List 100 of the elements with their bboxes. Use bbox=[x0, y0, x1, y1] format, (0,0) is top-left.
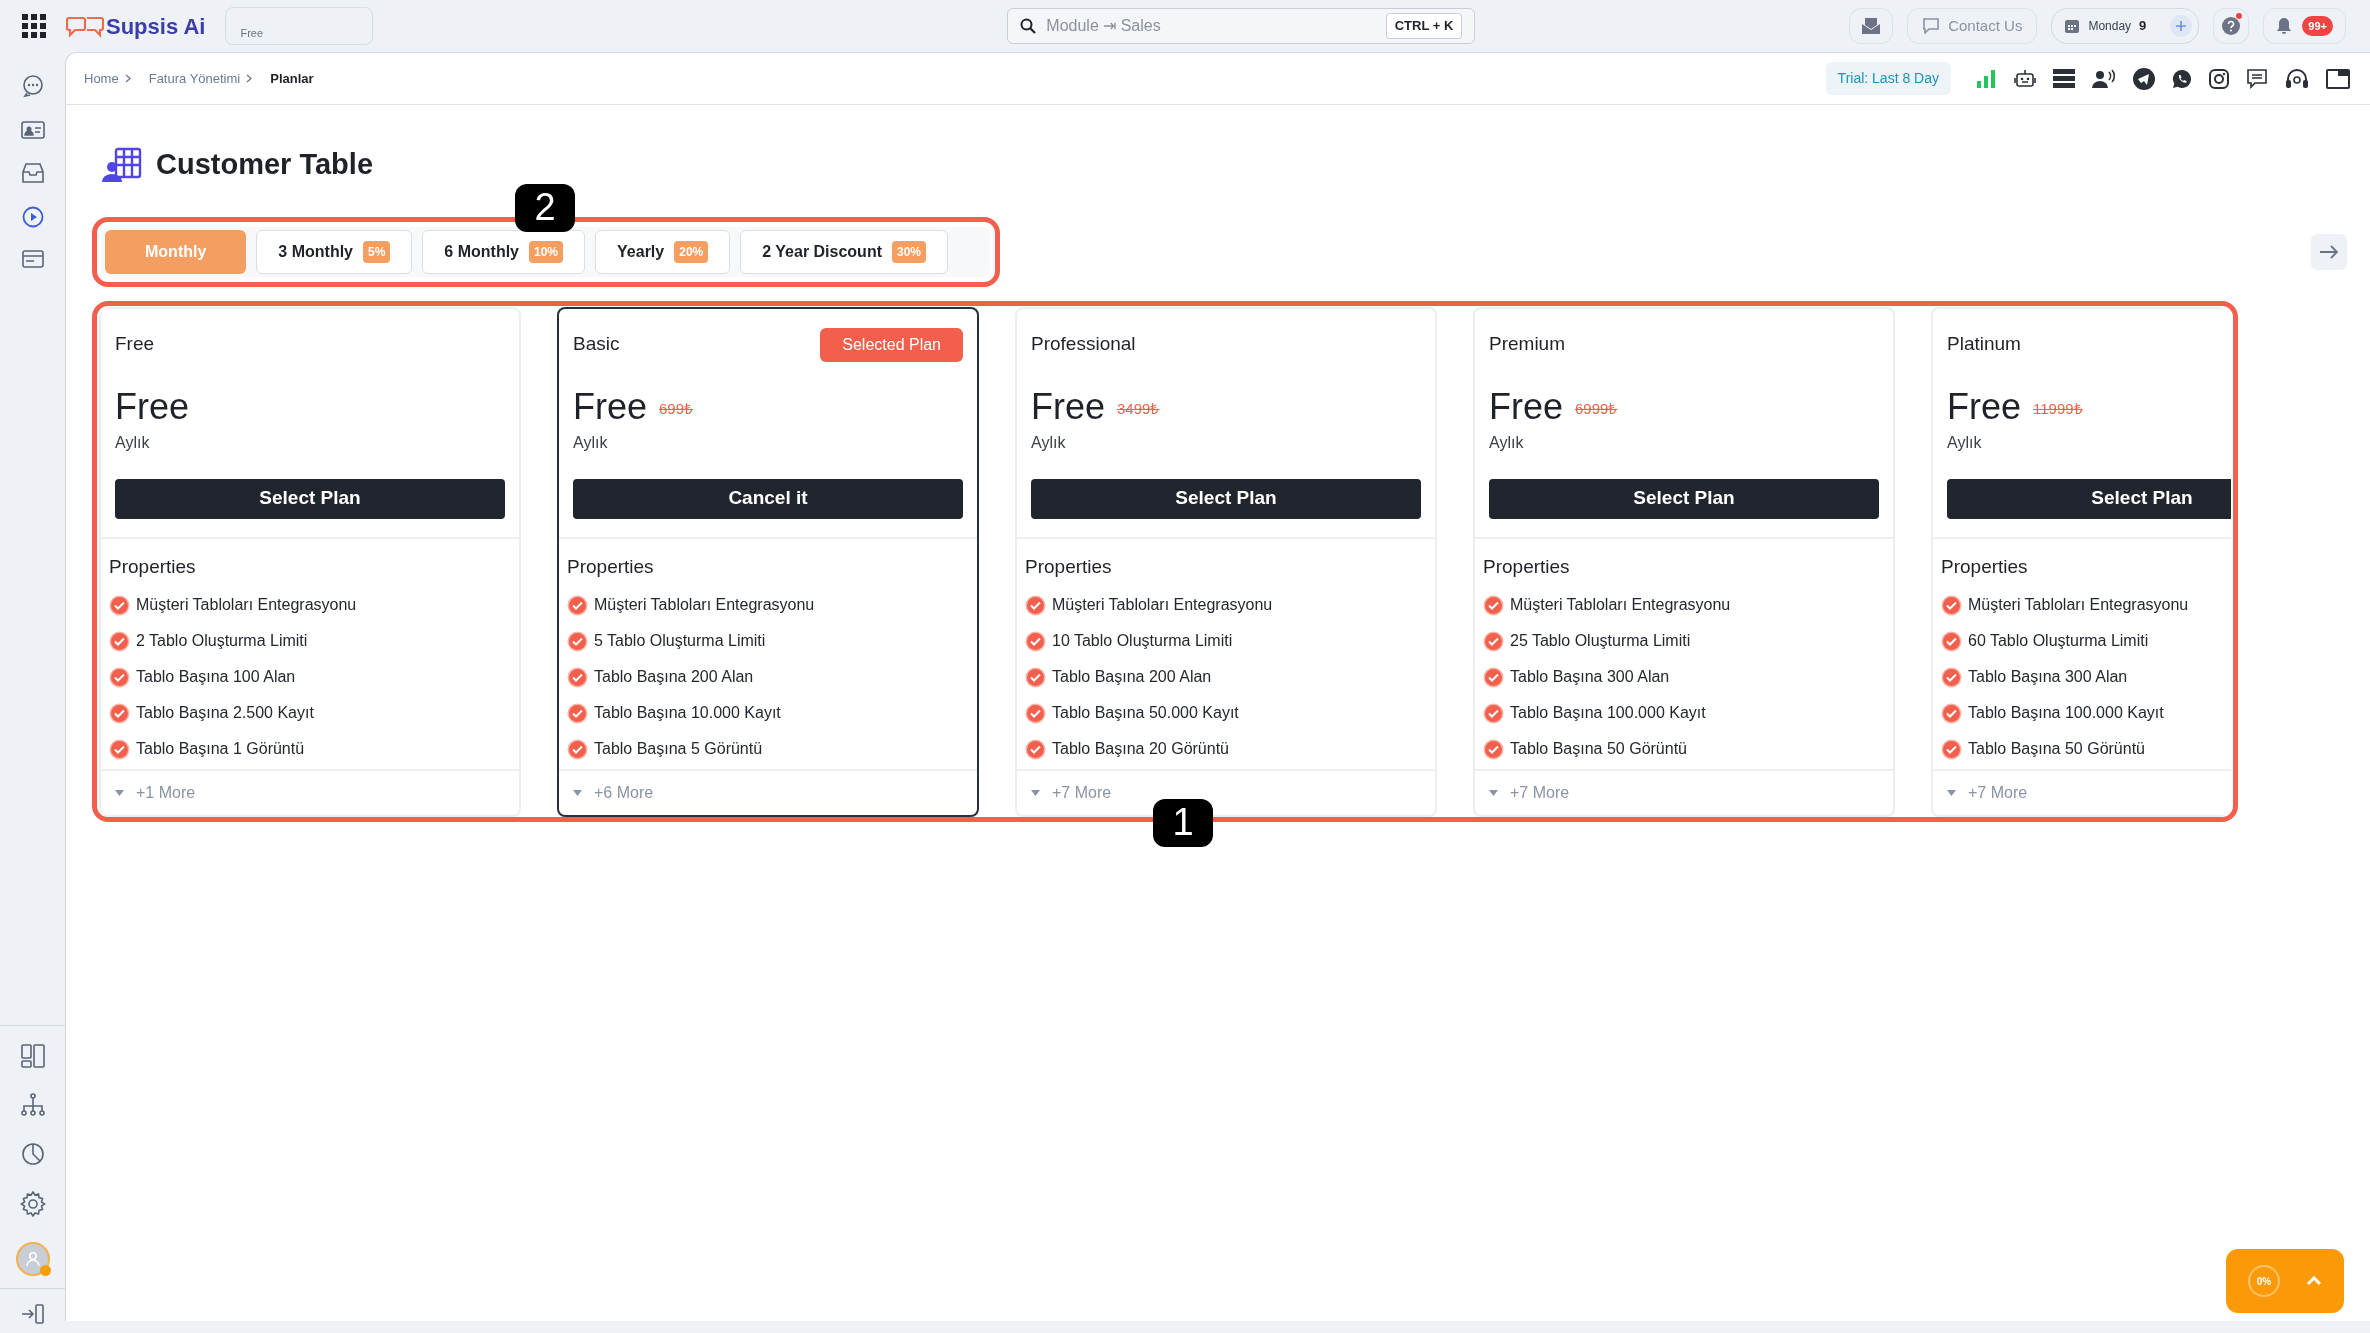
chevron-right-icon bbox=[246, 74, 253, 83]
speaking-person-icon[interactable] bbox=[2092, 68, 2116, 89]
paper-plane-icon[interactable] bbox=[2133, 67, 2155, 90]
feature-text: 25 Tablo Oluşturma Limiti bbox=[1510, 631, 1691, 651]
chevron-up-icon bbox=[2306, 1276, 2322, 1286]
layout-icon[interactable] bbox=[20, 1044, 45, 1068]
date-label: 9 bbox=[2139, 17, 2147, 36]
period-tab[interactable]: 3 Monthly 5% bbox=[256, 229, 413, 274]
check-icon bbox=[109, 630, 130, 652]
check-icon bbox=[567, 594, 588, 616]
check-icon bbox=[1025, 594, 1046, 616]
mail-icon bbox=[1861, 17, 1882, 35]
window-icon[interactable] bbox=[2326, 68, 2350, 89]
billing-period: Aylık bbox=[115, 432, 151, 453]
billing-period: Aylık bbox=[1031, 432, 1067, 453]
search-input[interactable]: Module ⇥ Sales bbox=[1046, 14, 1376, 38]
plan-name: Free bbox=[115, 332, 155, 357]
feature-text: Tablo Başına 200 Alan bbox=[594, 667, 754, 687]
check-icon bbox=[1025, 630, 1046, 652]
chevron-right-icon bbox=[124, 74, 131, 83]
notifications-button[interactable]: 99+ bbox=[2263, 8, 2346, 44]
old-price: 3499₺ bbox=[1117, 399, 1160, 419]
workspace-selector[interactable]: Free bbox=[225, 7, 374, 45]
select-plan-button[interactable]: Select Plan bbox=[1031, 478, 1421, 519]
shortcut-key: CTRL + K bbox=[1385, 13, 1463, 39]
billing-period: Aylık bbox=[1489, 432, 1525, 453]
feature-text: Tablo Başına 100.000 Kayıt bbox=[1968, 703, 2164, 723]
calendar-widget[interactable]: Monday 9 bbox=[2051, 8, 2200, 44]
mail-button[interactable] bbox=[1849, 8, 1894, 44]
breadcrumb-link[interactable]: Fatura Yönetimi bbox=[148, 68, 241, 89]
plus-icon bbox=[2176, 21, 2187, 31]
period-tab[interactable]: 2 Year Discount 30% bbox=[740, 229, 949, 274]
feature-text: Tablo Başına 50 Görüntü bbox=[1968, 739, 2145, 759]
check-icon bbox=[567, 630, 588, 652]
headset-icon[interactable] bbox=[2285, 67, 2309, 90]
properties-heading: Properties bbox=[567, 554, 655, 579]
feature-text: Müşteri Tabloları Entegrasyonu bbox=[1510, 595, 1731, 615]
cancel-button[interactable]: Cancel it bbox=[573, 478, 963, 519]
check-icon bbox=[567, 738, 588, 760]
plan-name: Premium bbox=[1489, 332, 1565, 357]
help-button[interactable] bbox=[2213, 8, 2250, 44]
arrow-right-icon bbox=[2319, 243, 2339, 260]
discount-badge: 5% bbox=[363, 240, 391, 263]
check-icon bbox=[1483, 666, 1504, 688]
play-icon[interactable] bbox=[21, 206, 44, 228]
breadcrumb-link[interactable]: Planlar bbox=[270, 68, 314, 89]
select-plan-button[interactable]: Select Plan bbox=[1947, 478, 2231, 519]
plan-name: Platinum bbox=[1947, 332, 2021, 357]
caret-icon bbox=[1031, 789, 1040, 796]
logout-icon[interactable] bbox=[20, 1303, 45, 1325]
breadcrumb-link[interactable]: Home bbox=[84, 68, 119, 89]
check-icon bbox=[109, 702, 130, 724]
caret-icon bbox=[1947, 789, 1956, 796]
contact-card-icon[interactable] bbox=[20, 120, 45, 140]
feature-text: Tablo Başına 50.000 Kayıt bbox=[1052, 703, 1239, 723]
person-icon bbox=[24, 1251, 41, 1267]
check-icon bbox=[1483, 594, 1504, 616]
check-icon bbox=[109, 594, 130, 616]
discount-badge: 30% bbox=[892, 240, 927, 263]
feature-text: Tablo Başına 200 Alan bbox=[1052, 667, 1212, 687]
period-tab[interactable]: Yearly 20% bbox=[595, 229, 731, 274]
check-icon bbox=[1025, 666, 1046, 688]
check-icon bbox=[1025, 702, 1046, 724]
feature-text: 5 Tablo Oluşturma Limiti bbox=[594, 631, 766, 651]
billing-period: Aylık bbox=[1947, 432, 1983, 453]
page-title: Customer Table bbox=[156, 147, 373, 182]
select-plan-button[interactable]: Select Plan bbox=[1489, 478, 1879, 519]
old-price: 699₺ bbox=[659, 399, 694, 419]
next-button[interactable] bbox=[2311, 233, 2347, 270]
apps-grid-icon[interactable] bbox=[22, 14, 46, 38]
check-icon bbox=[1483, 630, 1504, 652]
chat-icon bbox=[1922, 18, 1941, 34]
hierarchy-icon[interactable] bbox=[20, 1093, 45, 1117]
settings-icon[interactable] bbox=[19, 1191, 46, 1217]
feature-text: Müşteri Tabloları Entegrasyonu bbox=[594, 595, 815, 615]
notification-count: 99+ bbox=[2302, 15, 2333, 37]
card-icon[interactable] bbox=[21, 250, 44, 268]
feature-text: Müşteri Tabloları Entegrasyonu bbox=[1968, 595, 2189, 615]
camera-icon[interactable] bbox=[2209, 68, 2229, 89]
pie-chart-icon[interactable] bbox=[20, 1142, 45, 1166]
table-user-icon bbox=[102, 146, 142, 183]
annotation-badge: 1 bbox=[1153, 798, 1213, 847]
feature-text: Müşteri Tabloları Entegrasyonu bbox=[136, 595, 357, 615]
feature-text: Tablo Başına 2.500 Kayıt bbox=[136, 703, 314, 723]
inbox-icon[interactable] bbox=[20, 162, 45, 184]
phone-bubble-icon[interactable] bbox=[2172, 68, 2192, 89]
list-icon[interactable] bbox=[2053, 68, 2075, 89]
check-icon bbox=[1483, 702, 1504, 724]
discount-badge: 10% bbox=[529, 240, 564, 263]
sms-icon[interactable] bbox=[2246, 68, 2268, 89]
check-icon bbox=[109, 666, 130, 688]
properties-heading: Properties bbox=[1483, 554, 1571, 579]
search-bar[interactable]: Module ⇥ Sales CTRL + K bbox=[1007, 8, 1476, 44]
robot-icon[interactable] bbox=[2014, 67, 2036, 90]
period-tab[interactable]: 6 Monthly 10% bbox=[422, 229, 586, 274]
chat-icon[interactable] bbox=[20, 74, 45, 98]
caret-icon bbox=[115, 789, 124, 796]
select-plan-button[interactable]: Select Plan bbox=[115, 478, 505, 519]
plan-price: Free bbox=[573, 386, 648, 427]
feature-text: 10 Tablo Oluşturma Limiti bbox=[1052, 631, 1233, 651]
